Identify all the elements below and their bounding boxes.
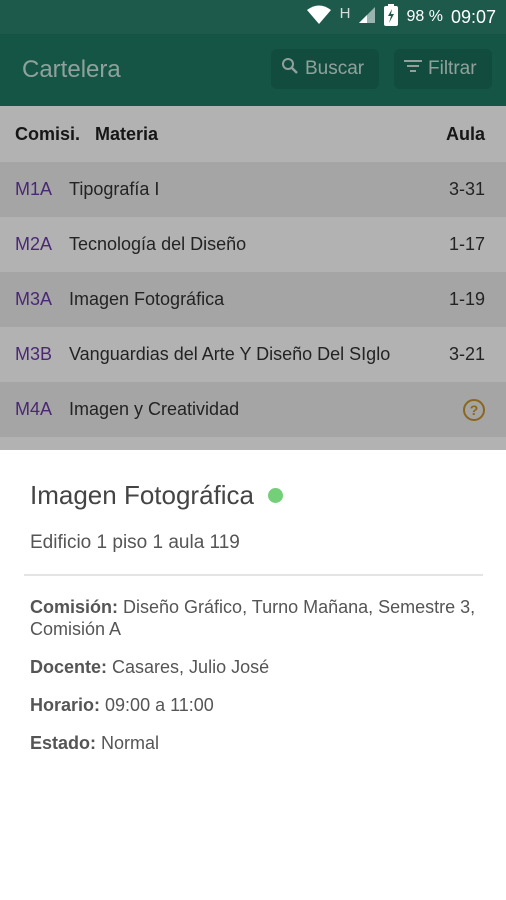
detail-comision: Comisión: Diseño Gráfico, Turno Mañana, …: [30, 596, 480, 640]
detail-bottom-sheet: Imagen Fotográfica Edificio 1 piso 1 aul…: [0, 450, 506, 900]
status-bar: H 98 % 09:07: [0, 0, 506, 34]
signal-icon: [358, 6, 376, 29]
detail-title-row: Imagen Fotográfica: [30, 480, 284, 511]
detail-fields: Comisión: Diseño Gráfico, Turno Mañana, …: [30, 596, 480, 770]
detail-horario-label: Horario:: [30, 695, 101, 715]
network-type-label: H: [339, 4, 351, 22]
detail-estado: Estado: Normal: [30, 732, 480, 754]
detail-docente-label: Docente:: [30, 657, 108, 677]
detail-location: Edificio 1 piso 1 aula 119: [30, 532, 240, 553]
status-dot-icon: [268, 488, 284, 503]
detail-estado-label: Estado:: [30, 733, 97, 753]
clock: 09:07: [450, 6, 496, 27]
wifi-icon: [306, 5, 332, 30]
detail-horario-value: 09:00 a 11:00: [105, 695, 214, 715]
detail-docente: Docente: Casares, Julio José: [30, 656, 480, 678]
divider: [24, 574, 483, 576]
modal-scrim[interactable]: [0, 34, 506, 450]
detail-comision-label: Comisión:: [30, 597, 118, 617]
battery-icon: [384, 3, 399, 31]
status-icons: H 98 % 09:07: [306, 0, 496, 34]
detail-docente-value: Casares, Julio José: [112, 657, 270, 677]
detail-estado-value: Normal: [101, 733, 160, 753]
detail-title: Imagen Fotográfica: [30, 480, 255, 510]
detail-horario: Horario: 09:00 a 11:00: [30, 694, 480, 716]
battery-percent: 98 %: [406, 8, 443, 25]
